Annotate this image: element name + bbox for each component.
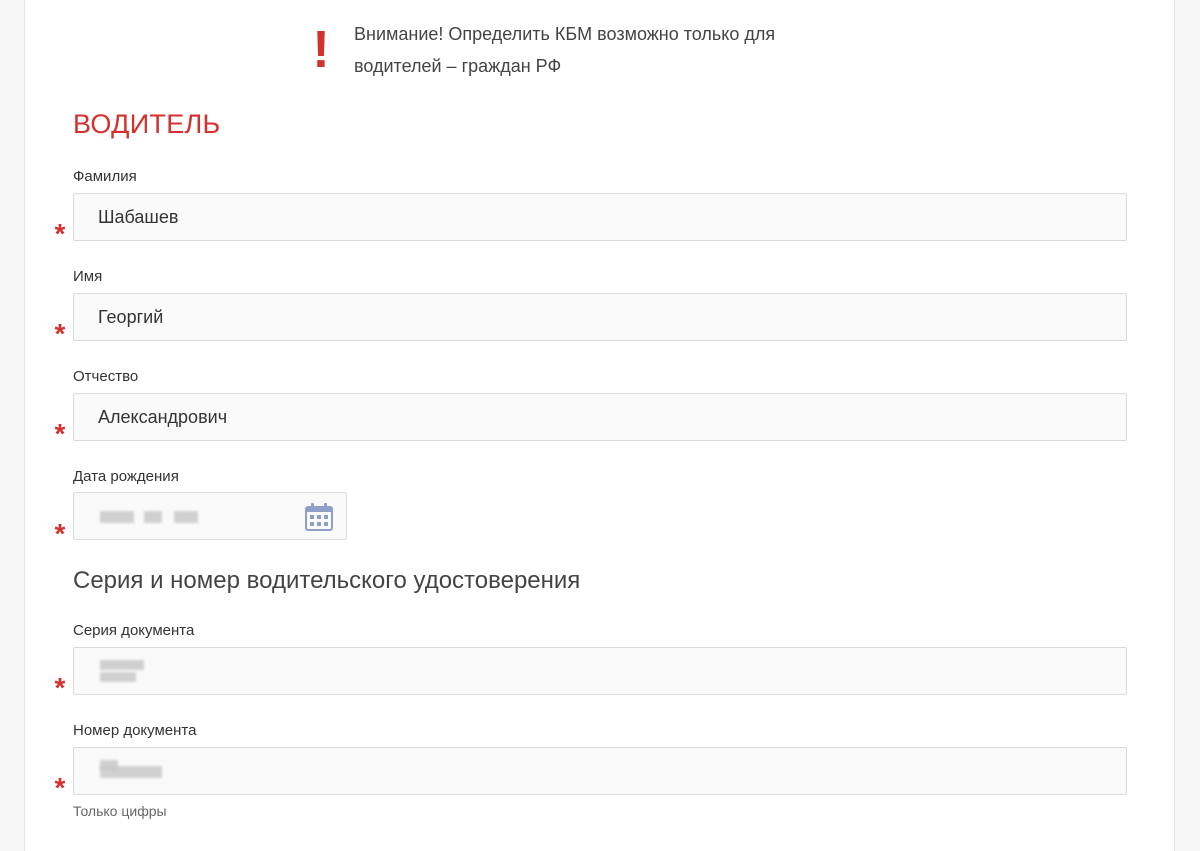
last-name-value: Шабашев — [98, 207, 179, 227]
section-title: ВОДИТЕЛЬ — [73, 109, 221, 139]
redacted-value — [100, 766, 162, 778]
first-name-input[interactable]: Георгий — [73, 293, 1127, 341]
license-number-label: Номер документа — [73, 722, 197, 739]
redacted-value — [100, 672, 136, 682]
birth-date-label: Дата рождения — [73, 468, 179, 485]
last-name-input[interactable]: Шабашев — [73, 193, 1127, 241]
required-asterisk: * — [54, 418, 66, 449]
calendar-icon[interactable] — [304, 502, 334, 532]
license-number-hint: Только цифры — [73, 803, 167, 819]
patronymic-input[interactable]: Александрович — [73, 393, 1127, 441]
redacted-value — [174, 511, 198, 523]
birth-date-input[interactable] — [73, 492, 347, 540]
license-series-input[interactable] — [73, 647, 1127, 695]
required-asterisk: * — [54, 318, 66, 349]
redacted-value — [100, 511, 134, 523]
redacted-value — [100, 660, 144, 670]
redacted-value — [144, 511, 162, 523]
notice-text: Внимание! Определить КБМ возможно только… — [354, 24, 776, 76]
exclamation-icon: ! — [312, 21, 330, 79]
required-asterisk: * — [54, 772, 66, 803]
required-asterisk: * — [54, 218, 66, 249]
patronymic-label: Отчество — [73, 368, 139, 385]
license-section-title: Серия и номер водительского удостоверени… — [73, 567, 581, 594]
last-name-label: Фамилия — [73, 168, 137, 185]
required-asterisk: * — [54, 672, 66, 703]
license-number-input[interactable] — [73, 747, 1127, 795]
first-name-label: Имя — [73, 268, 103, 285]
patronymic-value: Александрович — [98, 407, 228, 427]
license-series-label: Серия документа — [73, 622, 195, 639]
first-name-value: Георгий — [98, 307, 164, 327]
required-asterisk: * — [54, 518, 66, 549]
